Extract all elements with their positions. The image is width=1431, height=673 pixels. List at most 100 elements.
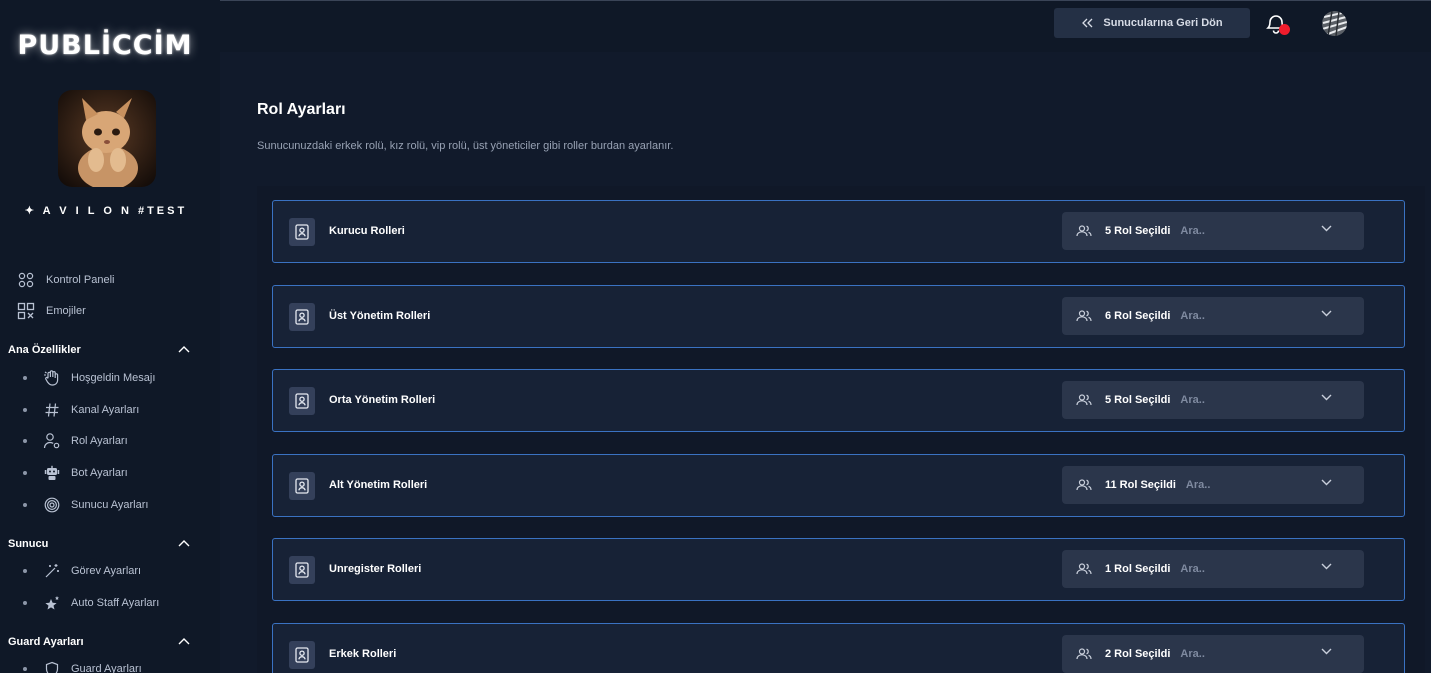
users-icon: [1076, 479, 1092, 491]
section-server-title: Sunucu: [8, 538, 49, 550]
grid-icon: [17, 271, 35, 289]
robot-icon: [43, 464, 61, 482]
brand-logo[interactable]: PUBLİCCİM: [0, 30, 210, 61]
notification-dot: [1279, 24, 1290, 35]
sidebar-item-guard-label: Guard Ayarları: [71, 663, 142, 673]
role-group-card[interactable]: Erkek Rolleri 2 Rol Seçildi Ara..: [272, 623, 1405, 673]
selected-count: 6 Rol Seçildi: [1105, 310, 1171, 322]
section-guard[interactable]: Guard Ayarları: [8, 636, 190, 648]
role-search-input[interactable]: Ara..: [1180, 648, 1204, 660]
sidebar-item-roles-label: Rol Ayarları: [71, 435, 128, 447]
role-group-card[interactable]: Orta Yönetim Rolleri 5 Rol Seçildi Ara..: [272, 369, 1405, 432]
role-search-input[interactable]: Ara..: [1180, 394, 1204, 406]
contact-card-icon: [289, 387, 315, 415]
rewind-icon: [1082, 18, 1093, 28]
contact-card-icon: [289, 218, 315, 246]
role-group-title: Erkek Rolleri: [329, 648, 397, 660]
role-multiselect[interactable]: 2 Rol Seçildi Ara..: [1062, 635, 1364, 673]
role-group-title: Orta Yönetim Rolleri: [329, 394, 436, 406]
role-multiselect[interactable]: 5 Rol Seçildi Ara..: [1062, 212, 1364, 250]
selected-count: 5 Rol Seçildi: [1105, 394, 1171, 406]
section-server[interactable]: Sunucu: [8, 538, 190, 550]
page-description: Sunucunuzdaki erkek rolü, kız rolü, vip …: [257, 140, 674, 152]
role-multiselect[interactable]: 11 Rol Seçildi Ara..: [1062, 466, 1364, 504]
role-search-input[interactable]: Ara..: [1180, 563, 1204, 575]
nav-emojis[interactable]: Emojiler: [17, 301, 86, 321]
sidebar-item-welcome-label: Hoşgeldin Mesajı: [71, 372, 156, 384]
sidebar-item-tasks[interactable]: Görev Ayarları: [23, 561, 141, 581]
page-title: Rol Ayarları: [257, 101, 346, 118]
user-avatar[interactable]: [1322, 11, 1347, 36]
chevron-down-icon[interactable]: [1321, 310, 1332, 317]
role-search-input[interactable]: Ara..: [1180, 310, 1204, 322]
sidebar-item-bot-label: Bot Ayarları: [71, 467, 128, 479]
selected-count: 2 Rol Seçildi: [1105, 648, 1171, 660]
role-search-input[interactable]: Ara..: [1180, 225, 1204, 237]
sidebar-item-channels-label: Kanal Ayarları: [71, 404, 140, 416]
role-group-card[interactable]: Üst Yönetim Rolleri 6 Rol Seçildi Ara..: [272, 285, 1405, 348]
chevron-up-icon: [178, 344, 190, 356]
contact-card-icon: [289, 641, 315, 669]
target-icon: [43, 496, 61, 514]
chevron-down-icon[interactable]: [1321, 225, 1332, 232]
sidebar-item-welcome[interactable]: Hoşgeldin Mesajı: [23, 368, 155, 388]
emoji-grid-icon: [17, 302, 35, 320]
chevron-down-icon[interactable]: [1321, 563, 1332, 570]
sidebar-item-channels[interactable]: Kanal Ayarları: [23, 400, 139, 420]
hash-icon: [43, 401, 61, 419]
role-multiselect[interactable]: 5 Rol Seçildi Ara..: [1062, 381, 1364, 419]
nav-dashboard[interactable]: Kontrol Paneli: [17, 270, 115, 290]
stars-icon: [43, 594, 61, 612]
chevron-down-icon[interactable]: [1321, 648, 1332, 655]
sidebar-item-server-label: Sunucu Ayarları: [71, 499, 149, 511]
role-group-card[interactable]: Unregister Rolleri 1 Rol Seçildi Ara..: [272, 538, 1405, 601]
section-guard-title: Guard Ayarları: [8, 636, 84, 648]
role-search-input[interactable]: Ara..: [1186, 479, 1210, 491]
contact-card-icon: [289, 472, 315, 500]
users-icon: [1076, 225, 1092, 237]
users-icon: [1076, 563, 1092, 575]
selected-count: 11 Rol Seçildi: [1105, 479, 1176, 491]
sidebar-item-roles[interactable]: Rol Ayarları: [23, 431, 128, 451]
chevron-up-icon: [178, 636, 190, 648]
magic-wand-icon: [43, 562, 61, 580]
role-group-card[interactable]: Kurucu Rolleri 5 Rol Seçildi Ara..: [272, 200, 1405, 263]
contact-card-icon: [289, 556, 315, 584]
role-group-title: Alt Yönetim Rolleri: [329, 479, 428, 491]
shield-icon: [43, 660, 61, 673]
sidebar-item-auto-staff[interactable]: Auto Staff Ayarları: [23, 593, 159, 613]
role-group-title: Üst Yönetim Rolleri: [329, 310, 431, 322]
chevron-down-icon[interactable]: [1321, 479, 1332, 486]
sidebar: PUBLİCCİM ✦ A V I L O N #TEST Kontrol Pa…: [0, 0, 220, 673]
role-multiselect[interactable]: 6 Rol Seçildi Ara..: [1062, 297, 1364, 335]
chevron-up-icon: [178, 538, 190, 550]
back-to-servers-label: Sunucularına Geri Dön: [1103, 17, 1223, 29]
sidebar-item-tasks-label: Görev Ayarları: [71, 565, 142, 577]
users-icon: [1076, 310, 1092, 322]
section-main-features[interactable]: Ana Özellikler: [8, 344, 190, 356]
nav-dashboard-label: Kontrol Paneli: [46, 274, 115, 286]
user-settings-icon: [43, 432, 61, 450]
section-main-features-title: Ana Özellikler: [8, 344, 81, 356]
chevron-down-icon[interactable]: [1321, 394, 1332, 401]
role-group-title: Unregister Rolleri: [329, 563, 422, 575]
back-to-servers-button[interactable]: Sunucularına Geri Dön: [1054, 8, 1250, 38]
server-name: ✦ A V I L O N #TEST: [24, 205, 188, 217]
contact-card-icon: [289, 303, 315, 331]
selected-count: 5 Rol Seçildi: [1105, 225, 1171, 237]
selected-count: 1 Rol Seçildi: [1105, 563, 1171, 575]
sidebar-item-auto-staff-label: Auto Staff Ayarları: [71, 597, 160, 609]
sidebar-item-server[interactable]: Sunucu Ayarları: [23, 495, 148, 515]
users-icon: [1076, 648, 1092, 660]
role-group-title: Kurucu Rolleri: [329, 225, 405, 237]
hand-wave-icon: [43, 369, 61, 387]
role-group-card[interactable]: Alt Yönetim Rolleri 11 Rol Seçildi Ara..: [272, 454, 1405, 517]
topbar: Sunucularına Geri Dön: [220, 0, 1431, 52]
role-multiselect[interactable]: 1 Rol Seçildi Ara..: [1062, 550, 1364, 588]
sidebar-item-guard[interactable]: Guard Ayarları: [23, 659, 142, 673]
server-avatar: [58, 90, 156, 187]
notifications-button[interactable]: [1264, 12, 1290, 36]
users-icon: [1076, 394, 1092, 406]
sidebar-item-bot[interactable]: Bot Ayarları: [23, 463, 128, 483]
nav-emojis-label: Emojiler: [46, 305, 86, 317]
